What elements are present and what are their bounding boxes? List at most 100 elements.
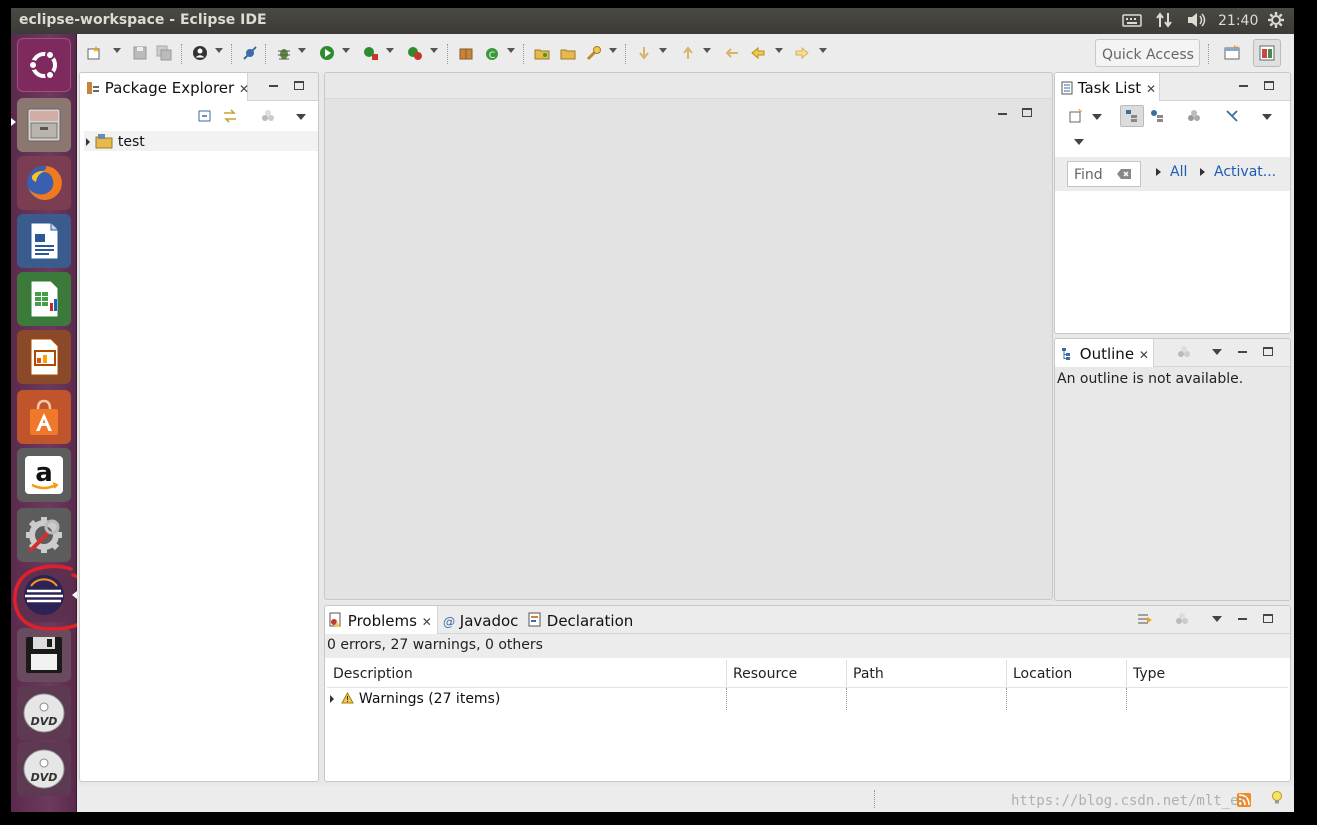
new-java-class-icon[interactable]: C xyxy=(483,44,501,62)
save-all-icon[interactable] xyxy=(155,44,173,62)
view-menu-icon[interactable] xyxy=(1212,349,1222,355)
new-java-class-dropdown-icon[interactable] xyxy=(507,48,515,53)
close-icon[interactable]: ✕ xyxy=(1139,348,1149,362)
close-icon[interactable]: ✕ xyxy=(239,82,249,96)
focus-on-workweek-icon[interactable] xyxy=(1186,109,1202,126)
debug-dropdown-icon[interactable] xyxy=(298,48,306,53)
view-menu-icon[interactable] xyxy=(296,114,306,120)
tab-problems[interactable]: Problems ✕ xyxy=(325,606,438,634)
new-task-icon[interactable] xyxy=(1069,108,1083,126)
focus-on-task-icon[interactable] xyxy=(1174,612,1190,629)
launcher-libreoffice-calc[interactable] xyxy=(17,272,71,326)
column-resource[interactable]: Resource xyxy=(727,660,847,688)
hide-completed-icon[interactable] xyxy=(1225,109,1239,126)
view-menu-icon[interactable] xyxy=(1212,616,1222,622)
scheduled-icon[interactable] xyxy=(1150,109,1164,126)
open-task-icon[interactable] xyxy=(559,44,577,62)
filter-all-link[interactable]: All xyxy=(1170,164,1187,180)
launcher-libreoffice-writer[interactable] xyxy=(17,214,71,268)
keyboard-icon[interactable] xyxy=(1122,12,1142,32)
tab-javadoc[interactable]: @ Javadoc xyxy=(443,606,518,634)
debug-icon[interactable] xyxy=(275,44,293,62)
maximize-icon[interactable] xyxy=(1263,614,1273,623)
launcher-ubuntu-dash[interactable] xyxy=(17,38,71,92)
forward-dropdown-icon[interactable] xyxy=(819,48,827,53)
tab-task-list[interactable]: Task List ✕ xyxy=(1055,73,1160,101)
settings-gear-icon[interactable] xyxy=(1267,11,1285,33)
quick-access-field[interactable]: Quick Access xyxy=(1095,39,1200,67)
new-dropdown-icon[interactable] xyxy=(113,48,121,53)
column-type[interactable]: Type xyxy=(1127,660,1287,688)
launcher-files[interactable] xyxy=(17,98,71,152)
minimize-icon[interactable] xyxy=(1238,618,1247,620)
minimize-icon[interactable] xyxy=(269,85,278,87)
open-type-icon[interactable] xyxy=(533,44,551,62)
tab-package-explorer[interactable]: Package Explorer ✕ xyxy=(80,73,249,101)
back-dropdown-icon[interactable] xyxy=(775,48,783,53)
link-with-editor-icon[interactable] xyxy=(222,109,238,126)
editor-minimize-icon[interactable] xyxy=(998,113,1007,115)
launcher-software-center[interactable] xyxy=(17,390,71,444)
external-tools-icon[interactable] xyxy=(406,44,424,62)
search-dropdown-icon[interactable] xyxy=(609,48,617,53)
save-icon[interactable] xyxy=(131,44,149,62)
last-edit-location-icon[interactable] xyxy=(723,44,741,62)
configure-contents-icon[interactable] xyxy=(1136,612,1154,631)
next-annotation-dropdown-icon[interactable] xyxy=(659,48,667,53)
launcher-dvd-2[interactable]: DVD xyxy=(17,742,71,796)
launcher-amazon[interactable]: a xyxy=(17,448,71,502)
collapse-all-icon[interactable] xyxy=(198,109,212,126)
filter-activate-link[interactable]: Activat... xyxy=(1214,164,1276,180)
tab-declaration[interactable]: Declaration xyxy=(528,606,633,634)
run-icon[interactable] xyxy=(318,44,336,62)
volume-icon[interactable] xyxy=(1186,11,1208,33)
tree-item[interactable]: test xyxy=(84,131,318,151)
maximize-icon[interactable] xyxy=(1263,347,1273,356)
categorized-toggle[interactable] xyxy=(1120,105,1144,127)
prev-annotation-icon[interactable] xyxy=(679,44,697,62)
minimize-icon[interactable] xyxy=(1239,85,1248,87)
close-icon[interactable]: ✕ xyxy=(422,615,432,629)
new-java-package-icon[interactable] xyxy=(457,44,475,62)
coverage-dropdown-icon[interactable] xyxy=(386,48,394,53)
column-path[interactable]: Path xyxy=(847,660,1007,688)
skip-breakpoints-icon[interactable] xyxy=(241,44,259,62)
launcher-libreoffice-impress[interactable] xyxy=(17,330,71,384)
view-menu-icon[interactable] xyxy=(1262,114,1272,120)
launcher-dvd-1[interactable]: DVD xyxy=(17,686,71,740)
forward-icon[interactable] xyxy=(793,44,811,62)
expand-arrow-icon[interactable] xyxy=(330,695,334,703)
close-icon[interactable]: ✕ xyxy=(1146,82,1156,96)
prev-annotation-dropdown-icon[interactable] xyxy=(703,48,711,53)
launcher-system-settings[interactable] xyxy=(17,508,71,562)
tab-outline[interactable]: Outline ✕ xyxy=(1055,339,1154,367)
column-location[interactable]: Location xyxy=(1007,660,1127,688)
table-row[interactable]: Warnings (27 items) xyxy=(327,688,1288,710)
clear-input-icon[interactable] xyxy=(1116,168,1132,180)
maximize-icon[interactable] xyxy=(294,81,304,90)
back-icon[interactable] xyxy=(749,44,767,62)
expand-arrow-icon[interactable] xyxy=(86,138,90,146)
launcher-firefox[interactable] xyxy=(17,156,71,210)
java-perspective-button[interactable] xyxy=(1253,39,1281,67)
column-description[interactable]: Description xyxy=(327,660,727,688)
run-dropdown-icon[interactable] xyxy=(342,48,350,53)
focus-on-task-icon[interactable] xyxy=(260,109,276,126)
coverage-icon[interactable] xyxy=(362,44,380,62)
tip-lightbulb-icon[interactable] xyxy=(1271,790,1283,810)
maximize-icon[interactable] xyxy=(1264,81,1274,90)
focus-on-task-icon[interactable] xyxy=(1176,345,1192,362)
profile-icon[interactable] xyxy=(191,44,209,62)
search-icon[interactable] xyxy=(585,44,603,62)
editor-maximize-icon[interactable] xyxy=(1022,108,1032,117)
network-icon[interactable] xyxy=(1156,11,1172,33)
view-menu-secondary-icon[interactable] xyxy=(1074,139,1084,145)
next-annotation-icon[interactable] xyxy=(635,44,653,62)
new-icon[interactable] xyxy=(85,44,103,62)
clock[interactable]: 21:40 xyxy=(1218,13,1258,29)
task-find-input[interactable]: Find xyxy=(1067,161,1141,187)
open-perspective-icon[interactable] xyxy=(1223,44,1241,62)
new-task-dropdown-icon[interactable] xyxy=(1092,114,1102,120)
minimize-icon[interactable] xyxy=(1238,351,1247,353)
profile-dropdown-icon[interactable] xyxy=(215,48,223,53)
